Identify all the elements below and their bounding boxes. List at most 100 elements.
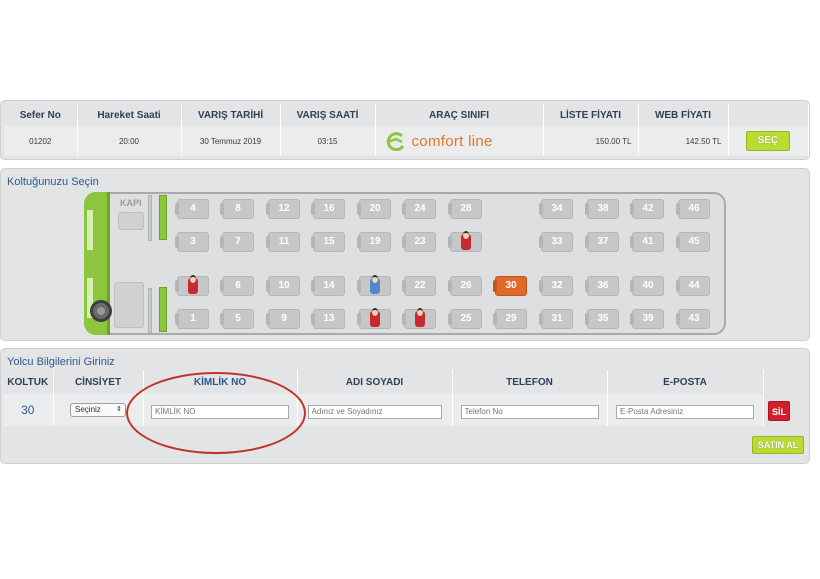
seat-45[interactable]: 45 xyxy=(676,232,710,252)
seat-taken-female xyxy=(402,308,436,329)
trip-header-row: Sefer No Hareket Saati VARIŞ TARİHİ VARI… xyxy=(4,104,809,126)
passenger-table: KOLTUK CİNSİYET KİMLİK NO ADI SOYADI TEL… xyxy=(3,370,764,426)
name-input[interactable] xyxy=(307,404,442,419)
seat-24[interactable]: 24 xyxy=(402,199,436,219)
seat-1[interactable]: 1 xyxy=(175,309,209,329)
seat-15[interactable]: 15 xyxy=(311,232,345,252)
seat-33[interactable]: 33 xyxy=(539,232,573,252)
varis-saati: 03:15 xyxy=(280,126,376,156)
seat-19[interactable]: 19 xyxy=(357,232,391,252)
seat-43[interactable]: 43 xyxy=(676,309,710,329)
door-icon xyxy=(118,212,144,230)
passenger-seat-number: 30 xyxy=(21,403,35,417)
passenger-female-icon xyxy=(188,275,198,294)
seat-5[interactable]: 5 xyxy=(220,309,254,329)
seat-34[interactable]: 34 xyxy=(539,199,573,219)
header-telefon: TELEFON xyxy=(452,370,608,394)
phone-input[interactable] xyxy=(460,404,599,419)
email-cell xyxy=(607,394,764,426)
door-frame xyxy=(148,195,152,241)
delete-passenger-button[interactable]: SİL xyxy=(768,401,790,421)
select-trip-button[interactable]: SEÇ xyxy=(746,131,790,151)
seat-28[interactable]: 28 xyxy=(448,199,482,219)
seat-31[interactable]: 31 xyxy=(539,309,573,329)
buy-button[interactable]: SATIN AL xyxy=(752,436,804,454)
web-fiyati: 142.50 TL xyxy=(638,126,729,156)
arac-sinifi: comfort line xyxy=(375,126,544,156)
seat-taken-female xyxy=(175,275,209,296)
passenger-section-title: Yolcu Bilgilerini Giriniz xyxy=(7,356,115,368)
seat-38[interactable]: 38 xyxy=(585,199,619,219)
front-divider-bottom xyxy=(159,287,167,332)
phone-cell xyxy=(452,394,608,426)
seat-16[interactable]: 16 xyxy=(311,199,345,219)
seat-30-selected[interactable]: 30 xyxy=(493,276,527,296)
driver-frame xyxy=(148,288,152,333)
seat-number-cell: 30 xyxy=(3,394,54,426)
seat-32[interactable]: 32 xyxy=(539,276,573,296)
header-adi-soyadi: ADI SOYADI xyxy=(297,370,453,394)
gender-select[interactable]: Seçiniz ⇕ xyxy=(70,403,126,417)
trip-row[interactable]: 01202 20:00 30 Temmuz 2019 03:15 comfort… xyxy=(4,126,809,156)
seat-26[interactable]: 26 xyxy=(448,276,482,296)
seat-12[interactable]: 12 xyxy=(266,199,300,219)
liste-fiyati: 150.00 TL xyxy=(543,126,639,156)
seat-35[interactable]: 35 xyxy=(585,309,619,329)
header-liste-fiyati: LİSTE FİYATI xyxy=(543,104,639,126)
seat-39[interactable]: 39 xyxy=(630,309,664,329)
seat-46[interactable]: 46 xyxy=(676,199,710,219)
passenger-male-icon xyxy=(370,275,380,294)
comfort-line-logo: comfort line xyxy=(376,131,543,151)
driver-seat-icon xyxy=(114,282,144,328)
seat-44[interactable]: 44 xyxy=(676,276,710,296)
seat-8[interactable]: 8 xyxy=(220,199,254,219)
passenger-row: 30 Seçiniz ⇕ xyxy=(3,394,764,426)
seat-10[interactable]: 10 xyxy=(266,276,300,296)
seat-7[interactable]: 7 xyxy=(220,232,254,252)
seat-14[interactable]: 14 xyxy=(311,276,345,296)
seat-11[interactable]: 11 xyxy=(266,232,300,252)
steering-wheel-icon xyxy=(90,300,112,322)
annotation-circle xyxy=(126,372,306,454)
seat-9[interactable]: 9 xyxy=(266,309,300,329)
seat-36[interactable]: 36 xyxy=(585,276,619,296)
sefer-no: 01202 xyxy=(4,126,78,156)
seat-41[interactable]: 41 xyxy=(630,232,664,252)
seat-taken-female xyxy=(357,308,391,329)
seat-taken-female xyxy=(448,231,482,252)
name-cell xyxy=(297,394,453,426)
header-arac-sinifi: ARAÇ SINIFI xyxy=(375,104,544,126)
door-label: KAPI xyxy=(120,198,142,208)
passenger-female-icon xyxy=(370,308,380,327)
front-divider-top xyxy=(159,195,167,240)
seat-taken-male xyxy=(357,275,391,296)
seat-25[interactable]: 25 xyxy=(448,309,482,329)
hareket-saati: 20:00 xyxy=(77,126,182,156)
passenger-female-icon xyxy=(415,308,425,327)
header-varis-saati: VARIŞ SAATİ xyxy=(280,104,376,126)
passenger-header-row: KOLTUK CİNSİYET KİMLİK NO ADI SOYADI TEL… xyxy=(3,370,764,394)
seat-37[interactable]: 37 xyxy=(585,232,619,252)
select-arrows-icon: ⇕ xyxy=(116,406,122,413)
seat-40[interactable]: 40 xyxy=(630,276,664,296)
seat-3[interactable]: 3 xyxy=(175,232,209,252)
header-cinsiyet: CİNSİYET xyxy=(53,370,144,394)
varis-tarihi: 30 Temmuz 2019 xyxy=(181,126,281,156)
comfort-line-text: comfort line xyxy=(411,132,493,150)
passenger-female-icon xyxy=(461,231,471,250)
header-varis-tarihi: VARIŞ TARİHİ xyxy=(181,104,281,126)
header-web-fiyati: WEB FİYATI xyxy=(638,104,729,126)
seat-29[interactable]: 29 xyxy=(493,309,527,329)
trip-panel: Sefer No Hareket Saati VARIŞ TARİHİ VARI… xyxy=(0,100,810,160)
seat-23[interactable]: 23 xyxy=(402,232,436,252)
seat-22[interactable]: 22 xyxy=(402,276,436,296)
seat-13[interactable]: 13 xyxy=(311,309,345,329)
seat-6[interactable]: 6 xyxy=(220,276,254,296)
seat-4[interactable]: 4 xyxy=(175,199,209,219)
header-empty xyxy=(728,104,809,126)
select-cell: SEÇ xyxy=(728,126,809,156)
email-input[interactable] xyxy=(616,404,754,419)
seat-section-title: Koltuğunuzu Seçin xyxy=(7,176,99,188)
seat-42[interactable]: 42 xyxy=(630,199,664,219)
seat-20[interactable]: 20 xyxy=(357,199,391,219)
